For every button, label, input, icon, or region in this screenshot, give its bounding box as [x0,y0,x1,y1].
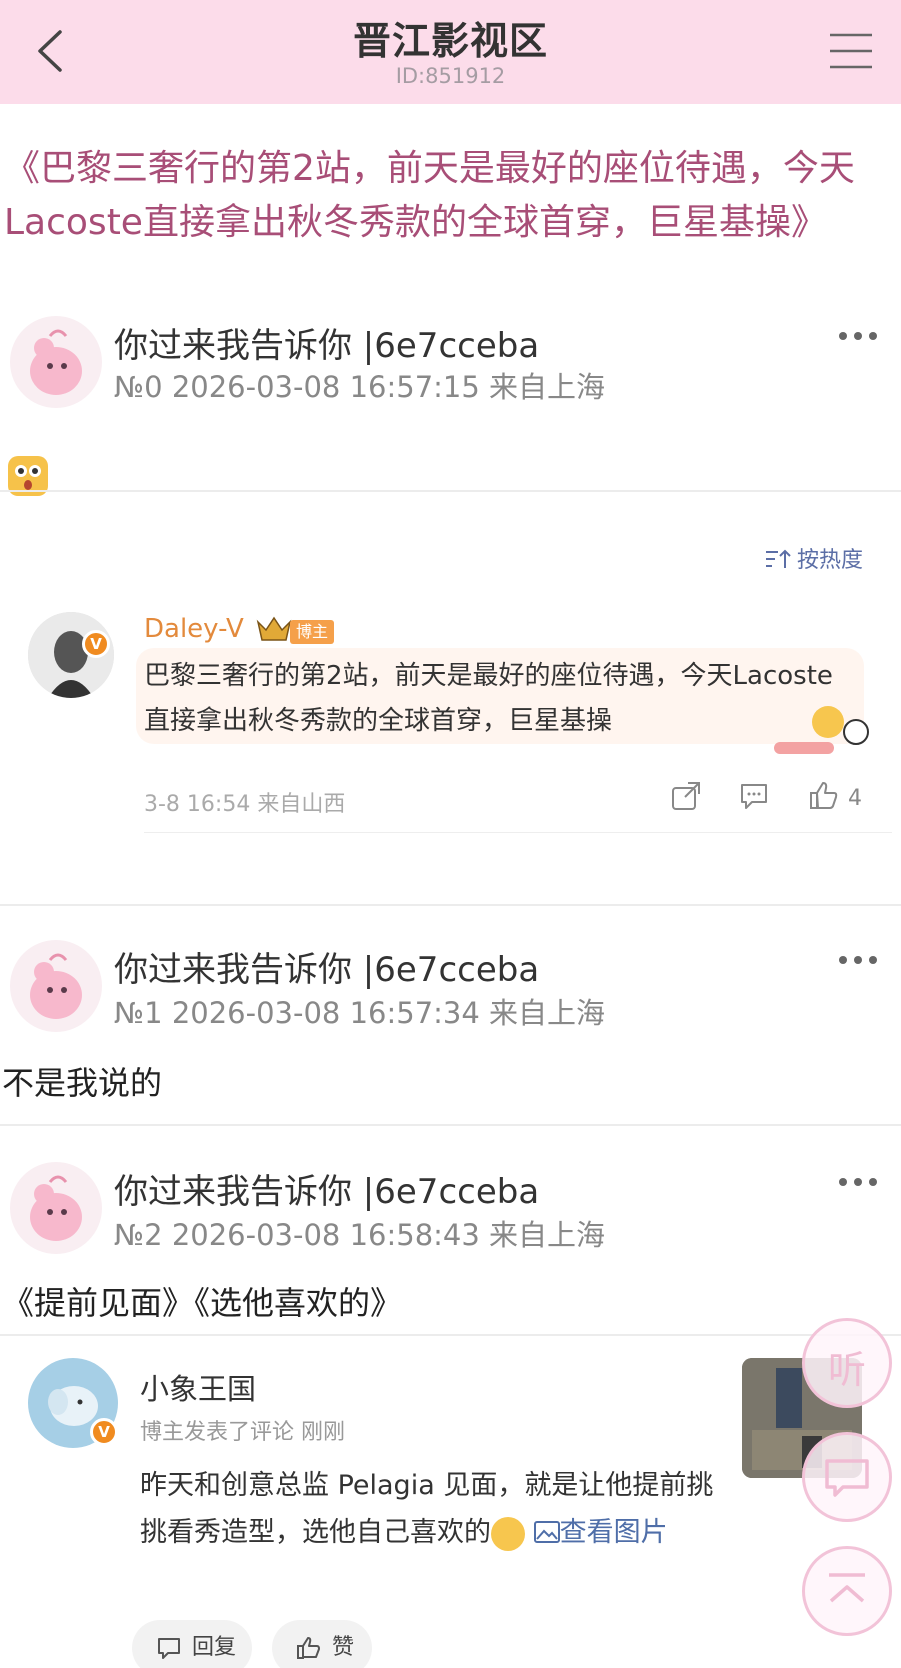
like-button[interactable]: 赞 [272,1620,372,1668]
user-avatar[interactable] [10,316,102,408]
top-bar: 晋江影视区 ID:851912 [0,0,901,104]
card-author-name[interactable]: 小象王国 [140,1366,256,1408]
blogger-name[interactable]: Daley-V [144,614,244,644]
reply-meta: 3-8 16:54 来自山西 [144,792,346,817]
forum-title: 晋江影视区 [352,19,548,63]
share-icon[interactable] [670,780,702,812]
arrow-up-icon [829,1573,865,1603]
reply-divider [144,832,892,833]
like-count: 4 [848,786,862,811]
blogger-tag: 博主 [290,620,335,644]
comment-icon[interactable] [738,780,770,812]
sort-label: 按热度 [796,548,863,573]
post-meta: №2 2026-03-08 16:58:43 来自上海 [114,1218,606,1252]
more-options-icon[interactable] [837,328,879,344]
post-content: 《提前见面》《选他喜欢的》 [2,1284,403,1322]
verified-badge-icon: V [82,630,110,658]
emoji-icon [491,1516,525,1551]
reply-button[interactable]: 回复 [132,1620,252,1668]
post-meta: №1 2026-03-08 16:57:34 来自上海 [114,996,606,1030]
post-username[interactable]: 你过来我告诉你 |6e7cceba [114,1164,539,1213]
more-options-icon[interactable] [837,1174,879,1190]
view-image-label: 查看图片 [559,1517,668,1548]
card-text: 昨天和创意总监 Pelagia 见面，就是让他提前挑挑看秀造型，选他自己喜欢的 … [140,1462,720,1556]
comment-float-icon [825,1459,869,1497]
crown-icon [256,614,292,644]
sort-icon [765,549,791,568]
user-avatar[interactable] [10,940,102,1032]
verified-badge-icon: V [90,1418,118,1446]
sort-by-hot-button[interactable]: 按热度 [765,542,863,574]
thread-title: 《巴黎三奢行的第2站，前天是最好的座位待遇，今天Lacoste直接拿出秋冬秀款的… [4,148,855,243]
view-image-link[interactable]: 查看图片 [533,1517,668,1548]
listen-label: 听 [827,1348,866,1392]
reply-icon [158,1638,180,1659]
comment-text: 巴黎三奢行的第2站，前天是最好的座位待遇，今天Lacoste直接拿出秋冬秀款的全… [144,661,833,736]
scroll-top-float-button[interactable] [802,1546,892,1636]
post-divider [0,490,901,492]
post-meta: №0 2026-03-08 16:57:15 来自上海 [114,370,606,404]
post-divider [0,904,901,906]
comment-float-button[interactable] [802,1432,892,1522]
listen-float-button[interactable]: 听 [802,1318,892,1408]
user-avatar[interactable] [10,1162,102,1254]
forum-id: ID:851912 [395,64,506,88]
bubble-decoration-icon [770,700,880,764]
post-divider [0,1334,901,1336]
post-divider [0,1124,901,1126]
reply-label: 回复 [192,1635,237,1660]
post-username[interactable]: 你过来我告诉你 |6e7cceba [114,318,539,367]
image-icon [533,1521,560,1543]
like-label: 赞 [332,1635,355,1660]
menu-icon[interactable] [827,30,875,74]
like-icon[interactable] [808,780,840,812]
more-options-icon[interactable] [837,952,879,968]
card-subtitle: 博主发表了评论 刚刚 [140,1420,345,1445]
post-content: 不是我说的 [2,1064,163,1102]
thumbs-up-icon [297,1637,320,1659]
post-username[interactable]: 你过来我告诉你 |6e7cceba [114,942,539,991]
